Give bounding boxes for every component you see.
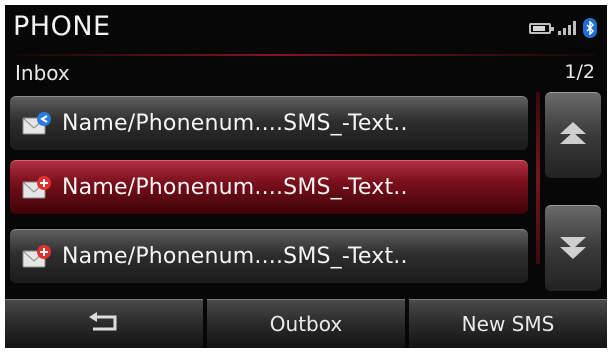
bottom-toolbar: Outbox New SMS	[5, 299, 607, 348]
message-preview: Name/Phonenum....SMS_-Text..	[62, 111, 408, 136]
message-preview: Name/Phonenum....SMS_-Text..	[62, 175, 408, 200]
outbox-button[interactable]: Outbox	[207, 299, 405, 348]
folder-label: Inbox	[15, 61, 70, 85]
scroll-up-button[interactable]	[545, 92, 601, 178]
scroll-up-icon	[558, 119, 588, 153]
message-item[interactable]: Name/Phonenum....SMS_-Text..	[10, 96, 528, 150]
new-sms-button[interactable]: New SMS	[409, 299, 607, 348]
battery-icon	[529, 22, 554, 34]
message-unread-icon	[22, 244, 52, 270]
subheader: Inbox 1/2	[5, 61, 607, 91]
back-arrow-icon	[87, 311, 121, 338]
status-icons	[529, 17, 597, 39]
scroll-down-icon	[558, 232, 588, 266]
message-item[interactable]: Name/Phonenum....SMS_-Text..	[10, 229, 528, 283]
page-indicator: 1/2	[564, 61, 595, 83]
message-unread-icon	[22, 175, 52, 201]
message-received-icon	[22, 111, 52, 137]
scroll-down-button[interactable]	[545, 205, 601, 291]
back-button[interactable]	[5, 299, 203, 348]
scroll-track	[536, 92, 540, 264]
bluetooth-icon	[583, 18, 597, 38]
signal-icon	[558, 21, 576, 35]
title-divider	[17, 54, 595, 56]
message-item-selected[interactable]: Name/Phonenum....SMS_-Text..	[10, 160, 528, 214]
phone-screen: PHONE Inbox 1/2 Name/Phonenum....SMS_-Te…	[5, 5, 607, 348]
message-preview: Name/Phonenum....SMS_-Text..	[62, 244, 408, 269]
page-title: PHONE	[13, 11, 111, 42]
title-bar: PHONE	[5, 5, 607, 57]
